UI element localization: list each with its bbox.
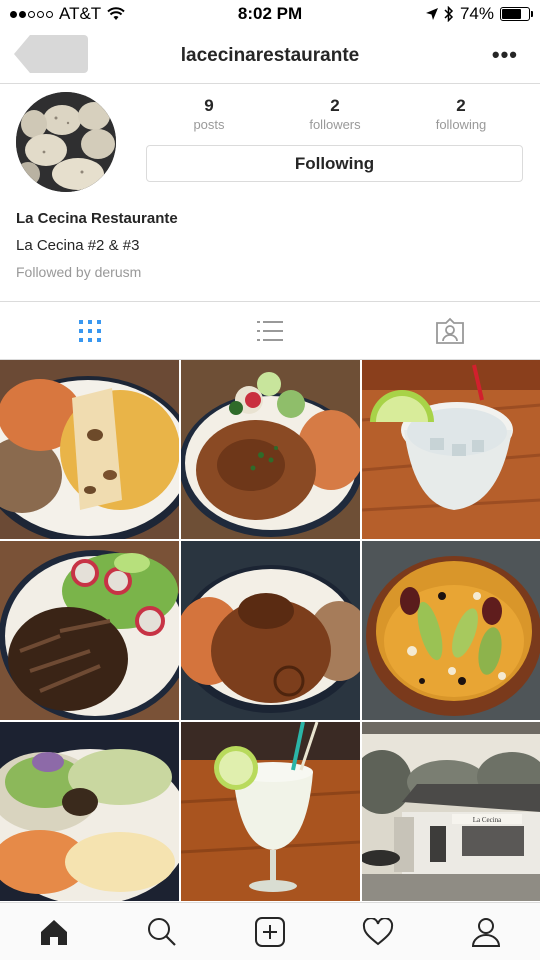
profile-icon [471, 917, 501, 947]
carrier-label: AT&T [59, 4, 102, 23]
nav-add-post[interactable] [240, 907, 300, 957]
navigation-header: lacecinarestaurante ••• [0, 28, 540, 84]
post-thumbnail-mole-rice-beans[interactable] [181, 541, 360, 720]
status-left: AT&T [10, 4, 125, 24]
tagged-icon [436, 317, 464, 344]
list-icon [257, 320, 283, 341]
following-count: 2 [456, 96, 466, 115]
followers-count: 2 [330, 96, 340, 115]
heart-icon [362, 917, 394, 945]
followers-label: followers [309, 117, 361, 132]
profile-bio: La Cecina #2 & #3 [16, 237, 140, 254]
posts-label: posts [193, 117, 225, 132]
tab-list-view[interactable] [180, 302, 360, 359]
battery-icon [500, 7, 533, 21]
signal-strength-icon [10, 10, 53, 18]
stat-posts[interactable]: 9 posts [146, 96, 272, 132]
profile-avatar[interactable] [16, 92, 116, 192]
status-right: 74% [425, 4, 533, 24]
battery-percent: 74% [459, 4, 494, 23]
post-thumbnail-margarita[interactable] [362, 360, 540, 539]
post-thumbnail-frozen-margarita[interactable] [181, 722, 360, 901]
back-button[interactable] [14, 35, 88, 73]
following-button[interactable]: Following [146, 145, 523, 182]
wifi-icon [107, 7, 125, 20]
post-thumbnail-tacos[interactable] [0, 722, 179, 901]
username-title: lacecinarestaurante [180, 44, 360, 66]
photo-grid: La Cecina [0, 360, 540, 901]
tab-tagged-view[interactable] [360, 302, 540, 359]
more-options-button[interactable]: ••• [492, 42, 518, 68]
post-thumbnail-enchiladas[interactable] [0, 360, 179, 539]
view-tabs [0, 301, 540, 360]
bluetooth-icon [444, 6, 454, 22]
posts-count: 9 [204, 96, 214, 115]
bottom-tab-bar [0, 902, 540, 960]
stat-following[interactable]: 2 following [398, 96, 524, 132]
status-bar: AT&T 8:02 PM 74% [0, 0, 540, 28]
nav-search[interactable] [132, 907, 192, 957]
stat-followers[interactable]: 2 followers [272, 96, 398, 132]
grid-icon [79, 319, 101, 342]
post-thumbnail-soup-bowl[interactable] [362, 541, 540, 720]
nav-profile[interactable] [456, 907, 516, 957]
nav-home[interactable] [24, 907, 84, 957]
following-label: following [435, 117, 487, 132]
storefront-sign: La Cecina [473, 816, 502, 824]
followed-by-text[interactable]: Followed by derusm [16, 264, 141, 280]
tab-grid-view[interactable] [0, 302, 180, 359]
location-arrow-icon [425, 8, 438, 20]
post-thumbnail-mole-plate[interactable] [181, 360, 360, 539]
home-icon [41, 919, 67, 945]
profile-name: La Cecina Restaurante [16, 210, 178, 227]
post-thumbnail-storefront[interactable]: La Cecina [362, 722, 540, 901]
post-thumbnail-cecina-salad[interactable] [0, 541, 179, 720]
profile-stats: 9 posts 2 followers 2 following [146, 96, 524, 132]
add-post-icon [255, 916, 285, 947]
search-icon [148, 917, 176, 946]
nav-activity[interactable] [348, 907, 408, 957]
